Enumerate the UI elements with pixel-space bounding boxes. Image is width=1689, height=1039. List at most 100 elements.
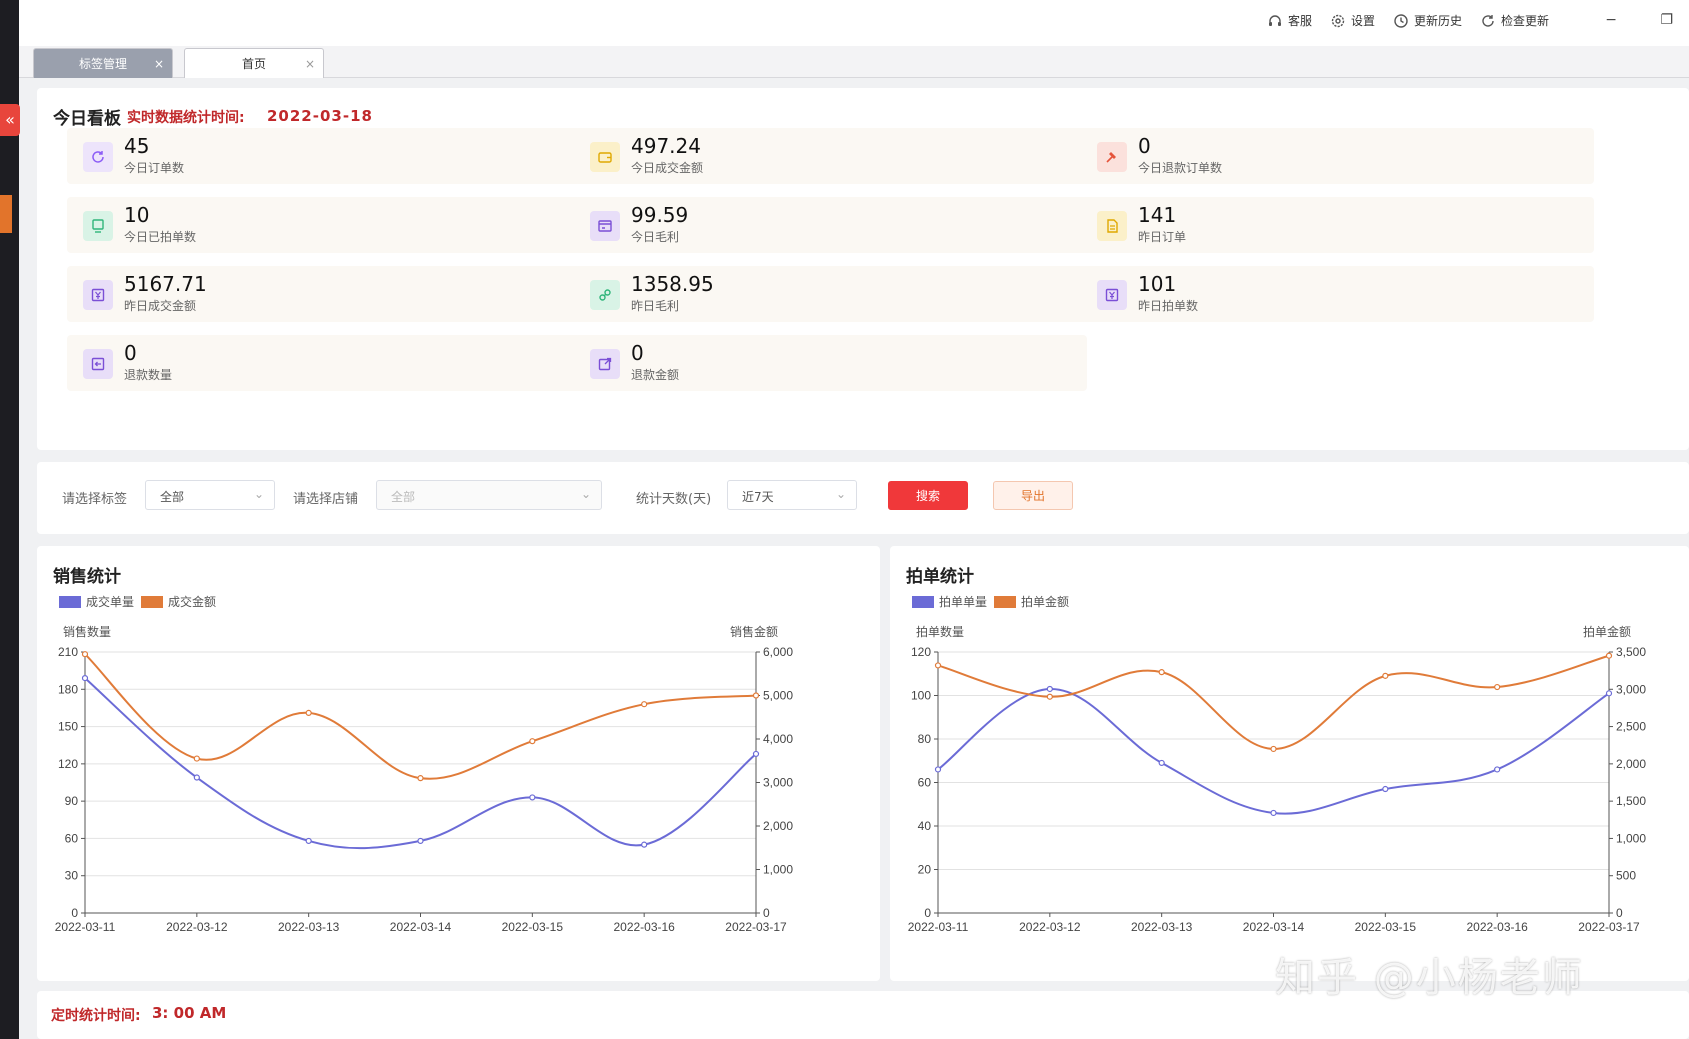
y-tick-label-right: 2,000 — [763, 819, 793, 833]
legend-swatch[interactable] — [912, 596, 934, 608]
data-point[interactable] — [529, 738, 536, 745]
y-tick-label-left: 0 — [924, 906, 931, 920]
y-axis-right-title: 拍单金额 — [1583, 624, 1631, 639]
legend-label[interactable]: 成交单量 — [86, 594, 134, 609]
legend-label[interactable]: 拍单单量 — [939, 594, 987, 609]
data-point[interactable] — [1046, 693, 1053, 700]
data-point[interactable] — [305, 709, 312, 717]
data-point[interactable] — [1158, 759, 1165, 767]
legend-label[interactable]: 拍单金额 — [1021, 594, 1069, 609]
data-point[interactable] — [1382, 672, 1389, 679]
stat-card: 101 昨日拍单数 — [1081, 266, 1594, 322]
chevron-down-icon: ⌄ — [835, 487, 846, 501]
stat-card: 10 今日已拍单数 — [67, 197, 580, 253]
order-chart-panel: 拍单统计 拍单单量 拍单金额 拍单数量 拍单金额 0 20 40 60 80 100 120 0 500… — [890, 546, 1689, 981]
update-history-button[interactable]: 更新历史 — [1393, 12, 1462, 29]
stat-card-icon-box — [590, 211, 620, 241]
days-select[interactable]: 近7天 ⌄ — [727, 480, 857, 510]
search-button[interactable]: 搜索 — [888, 481, 968, 510]
refresh-icon — [92, 151, 104, 163]
stat-card-value: 497.24 — [631, 134, 701, 158]
data-point[interactable] — [1494, 766, 1501, 773]
y-tick-label-right: 0 — [763, 906, 770, 920]
legend-label[interactable]: 成交金额 — [168, 594, 216, 609]
x-tick-label: 2022-03-14 — [1243, 920, 1305, 934]
stat-card: 141 昨日订单 — [1081, 197, 1594, 253]
y-tick-label-left: 80 — [918, 732, 932, 746]
legend-swatch[interactable] — [141, 596, 163, 608]
settings-button[interactable]: 设置 — [1330, 12, 1375, 29]
y-tick-label-right: 0 — [1616, 906, 1623, 920]
data-point[interactable] — [417, 837, 424, 845]
stat-card: 497.24 今日成交金额 — [574, 128, 1087, 184]
restore-button[interactable]: ❐ — [1660, 12, 1673, 28]
export-button[interactable]: 导出 — [993, 481, 1073, 510]
stat-card-icon-box — [1097, 211, 1127, 241]
data-point[interactable] — [752, 692, 760, 699]
data-point[interactable] — [934, 662, 942, 669]
data-point[interactable] — [934, 766, 942, 773]
tab-home[interactable]: 首页 × — [184, 48, 324, 78]
sidebar-collapse-button[interactable]: « — [0, 104, 20, 136]
check-update-button[interactable]: 检查更新 — [1480, 12, 1549, 29]
y-tick-label-right: 6,000 — [763, 645, 793, 659]
shop-select[interactable]: 全部 ⌄ — [376, 480, 602, 510]
y-tick-label-right: 3,000 — [763, 776, 793, 790]
data-point[interactable] — [529, 794, 536, 801]
tag-select[interactable]: 全部 ⌄ — [145, 480, 275, 510]
yen-icon — [1105, 288, 1119, 302]
minimize-button[interactable]: − — [1605, 12, 1617, 28]
stat-card-label: 今日成交金额 — [631, 161, 704, 175]
stat-card: 5167.71 昨日成交金额 — [67, 266, 580, 322]
data-point[interactable] — [1382, 785, 1389, 793]
y-tick-label-left: 180 — [58, 682, 78, 696]
stat-card-value: 0 — [124, 341, 137, 365]
y-tick-label-left: 120 — [911, 645, 931, 659]
sales-chart-panel: 销售统计 成交单量 成交金额 销售数量 销售金额 0 30 60 90 120 150 180 210… — [37, 546, 880, 981]
y-tick-label-right: 5,000 — [763, 689, 793, 703]
document-icon — [1107, 219, 1118, 233]
data-point[interactable] — [1270, 809, 1277, 817]
wallet-icon — [598, 152, 612, 163]
dashboard-subtitle: 实时数据统计时间: — [127, 110, 245, 126]
tab-close-icon[interactable]: × — [305, 57, 315, 71]
data-point[interactable] — [1605, 690, 1613, 697]
stat-card-label: 退款数量 — [124, 368, 173, 382]
today-dashboard-panel: 今日看板 实时数据统计时间: 2022-03-18 45 今日订单数 497.24 今… — [37, 88, 1689, 450]
x-tick-label: 2022-03-11 — [55, 920, 116, 934]
yen-icon — [91, 288, 105, 302]
tab-tag-management[interactable]: 标签管理 × — [33, 48, 173, 78]
stat-card: 45 今日订单数 — [67, 128, 580, 184]
link-icon — [599, 289, 611, 301]
data-point[interactable] — [1494, 683, 1501, 691]
data-point[interactable] — [1158, 669, 1165, 676]
stat-card-label: 今日退款订单数 — [1138, 161, 1223, 175]
data-point[interactable] — [193, 755, 200, 762]
tab-bar: 标签管理 × 首页 × — [19, 46, 1689, 78]
data-point[interactable] — [1605, 652, 1613, 659]
data-point[interactable] — [1046, 685, 1053, 693]
stat-card-label: 今日订单数 — [124, 161, 185, 175]
tab-label: 首页 — [241, 57, 266, 71]
tab-close-icon[interactable]: × — [154, 57, 164, 71]
data-point[interactable] — [81, 674, 89, 682]
data-point[interactable] — [417, 775, 424, 782]
data-point[interactable] — [752, 750, 760, 758]
customer-service-button[interactable]: 客服 — [1267, 12, 1312, 29]
data-point[interactable] — [193, 774, 200, 781]
data-point[interactable] — [641, 701, 648, 708]
stat-card: 1358.95 昨日毛利 — [574, 266, 1087, 322]
update-history-label: 更新历史 — [1413, 14, 1462, 28]
data-point[interactable] — [81, 651, 89, 658]
stat-card-label: 昨日拍单数 — [1138, 299, 1199, 313]
legend-swatch[interactable] — [994, 596, 1016, 608]
stat-card-value: 45 — [124, 134, 150, 158]
data-point[interactable] — [305, 837, 312, 845]
legend-swatch[interactable] — [59, 596, 81, 608]
gear-icon — [1331, 14, 1345, 27]
data-point[interactable] — [1270, 745, 1277, 753]
settings-label: 设置 — [1350, 14, 1375, 28]
scheduled-time-label: 定时统计时间: — [51, 1008, 141, 1024]
data-point[interactable] — [641, 841, 648, 848]
x-tick-label: 2022-03-13 — [278, 920, 340, 934]
